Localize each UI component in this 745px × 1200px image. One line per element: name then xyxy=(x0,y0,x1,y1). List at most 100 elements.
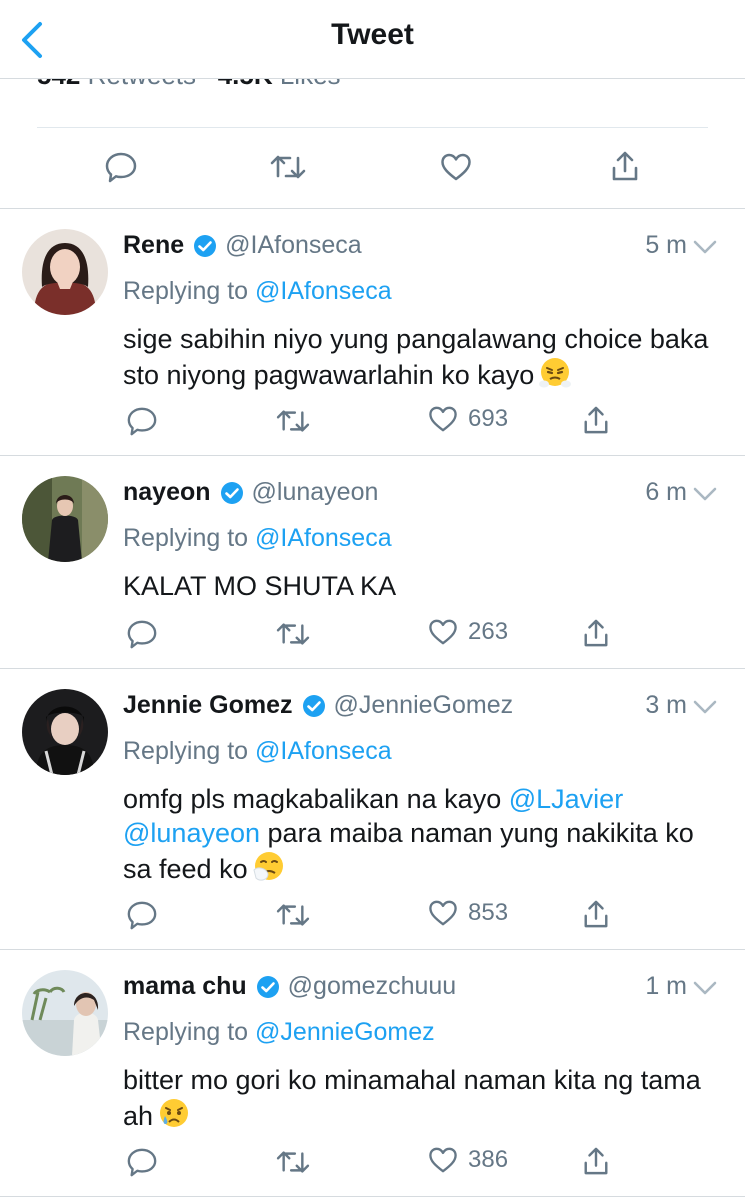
verified-badge-icon xyxy=(256,975,279,998)
share-button[interactable] xyxy=(582,1146,610,1176)
mention-link[interactable]: @IAfonseca xyxy=(255,524,392,552)
replying-to: Replying to @JennieGomez xyxy=(123,1018,435,1047)
mention-link[interactable]: @IAfonseca xyxy=(255,277,392,305)
retweet-icon xyxy=(276,410,310,432)
retweet-button[interactable] xyxy=(276,407,310,435)
timestamp: 6 m xyxy=(645,478,687,506)
retweet-icon xyxy=(270,155,306,179)
retweet-button[interactable] xyxy=(276,620,310,648)
replying-label: Replying to xyxy=(123,1018,249,1046)
reply-icon xyxy=(127,620,157,649)
share-button[interactable] xyxy=(582,899,610,929)
tweet-text: omfg pls magkabalikan na kayo @LJavier @… xyxy=(123,782,713,886)
like-button[interactable]: 386 xyxy=(428,1146,508,1174)
reply-tweet[interactable]: Rene @IAfonseca 5 m Replying to @IAfonse… xyxy=(0,209,745,456)
reply-icon xyxy=(105,152,137,183)
like-count: 853 xyxy=(468,899,509,926)
share-button[interactable] xyxy=(582,405,610,435)
reply-button[interactable] xyxy=(126,405,158,437)
avatar[interactable] xyxy=(22,476,108,562)
tweet-text-content: bitter mo gori ko minamahal naman kita n… xyxy=(123,1065,701,1131)
timestamp: 3 m xyxy=(645,691,687,719)
like-count: 263 xyxy=(468,618,509,645)
page-title: Tweet xyxy=(331,18,414,51)
reply-button[interactable] xyxy=(126,618,158,650)
author-row: Rene @IAfonseca xyxy=(123,231,362,260)
reply-icon xyxy=(127,1148,157,1177)
replying-label: Replying to xyxy=(123,737,249,765)
timestamp: 5 m xyxy=(645,231,687,259)
verified-badge-icon xyxy=(220,481,243,504)
share-icon xyxy=(584,900,608,928)
avatar[interactable] xyxy=(22,229,108,315)
timestamp: 1 m xyxy=(645,972,687,1000)
display-name[interactable]: nayeon xyxy=(123,478,211,507)
mention-link[interactable]: @lunayeon xyxy=(123,818,260,848)
retweet-button[interactable] xyxy=(276,901,310,929)
reply-tweet[interactable]: Jennie Gomez @JennieGomez 3 m Replying t… xyxy=(0,669,745,950)
tweet-action-bar xyxy=(0,128,745,209)
retweet-button[interactable] xyxy=(276,1148,310,1176)
chevron-down-icon[interactable] xyxy=(693,487,717,501)
share-icon xyxy=(584,619,608,647)
mention-link[interactable]: @IAfonseca xyxy=(255,737,392,765)
reply-icon xyxy=(127,407,157,436)
mention-link[interactable]: @JennieGomez xyxy=(255,1018,435,1046)
chevron-down-icon[interactable] xyxy=(693,240,717,254)
reply-button[interactable] xyxy=(126,899,158,931)
retweet-icon xyxy=(276,623,310,645)
replying-to: Replying to @IAfonseca xyxy=(123,277,392,306)
share-button[interactable] xyxy=(610,150,640,182)
tweet-text-content: sige sabihin niyo yung pangalawang choic… xyxy=(123,324,709,390)
heart-icon xyxy=(429,619,457,645)
like-count: 386 xyxy=(468,1146,509,1173)
display-name[interactable]: mama chu xyxy=(123,972,247,1001)
heart-icon xyxy=(441,153,471,181)
heart-icon xyxy=(429,1147,457,1173)
avatar[interactable] xyxy=(22,970,108,1056)
like-button[interactable] xyxy=(440,152,472,182)
share-icon xyxy=(584,1147,608,1175)
heart-icon xyxy=(429,406,457,432)
replying-label: Replying to xyxy=(123,277,249,305)
display-name[interactable]: Rene xyxy=(123,231,184,260)
reply-button[interactable] xyxy=(104,150,138,184)
reply-tweet[interactable]: nayeon @lunayeon 6 m Replying to @IAfons… xyxy=(0,456,745,669)
display-name[interactable]: Jennie Gomez xyxy=(123,691,293,720)
crying-face-icon xyxy=(160,1099,189,1127)
tweet-text: bitter mo gori ko minamahal naman kita n… xyxy=(123,1063,713,1133)
sneezing-face-icon xyxy=(253,852,283,881)
replying-to: Replying to @IAfonseca xyxy=(123,524,392,553)
verified-badge-icon xyxy=(194,234,217,257)
handle: @gomezchuuu xyxy=(287,972,457,1000)
tweet-text-content: KALAT MO SHUTA KA xyxy=(123,571,397,601)
share-icon xyxy=(584,406,608,434)
handle: @IAfonseca xyxy=(225,231,362,259)
author-row: Jennie Gomez @JennieGomez xyxy=(123,691,513,720)
heart-icon xyxy=(429,900,457,926)
author-row: nayeon @lunayeon xyxy=(123,478,378,507)
chevron-down-icon[interactable] xyxy=(693,981,717,995)
reply-button[interactable] xyxy=(126,1146,158,1178)
tweet-text-before: omfg pls magkabalikan na kayo xyxy=(123,784,502,814)
handle: @JennieGomez xyxy=(333,691,514,719)
like-button[interactable]: 263 xyxy=(428,618,508,646)
nav-bar: Tweet xyxy=(0,0,745,79)
share-button[interactable] xyxy=(582,618,610,648)
retweet-icon xyxy=(276,904,310,926)
chevron-down-icon[interactable] xyxy=(693,700,717,714)
retweet-button[interactable] xyxy=(270,152,306,182)
huffing-face-icon xyxy=(539,358,572,388)
like-button[interactable]: 853 xyxy=(428,899,508,927)
like-count: 693 xyxy=(468,405,509,432)
author-row: mama chu @gomezchuuu xyxy=(123,972,456,1001)
like-button[interactable]: 693 xyxy=(428,405,508,433)
mention-link[interactable]: @LJavier xyxy=(509,784,623,814)
reply-tweet[interactable]: mama chu @gomezchuuu 1 m Replying to @Je… xyxy=(0,950,745,1197)
handle: @lunayeon xyxy=(251,478,379,506)
tweet-text: KALAT MO SHUTA KA xyxy=(123,569,713,603)
avatar[interactable] xyxy=(22,689,108,775)
replying-to: Replying to @IAfonseca xyxy=(123,737,392,766)
verified-badge-icon xyxy=(302,694,325,717)
tweet-text: sige sabihin niyo yung pangalawang choic… xyxy=(123,322,713,392)
